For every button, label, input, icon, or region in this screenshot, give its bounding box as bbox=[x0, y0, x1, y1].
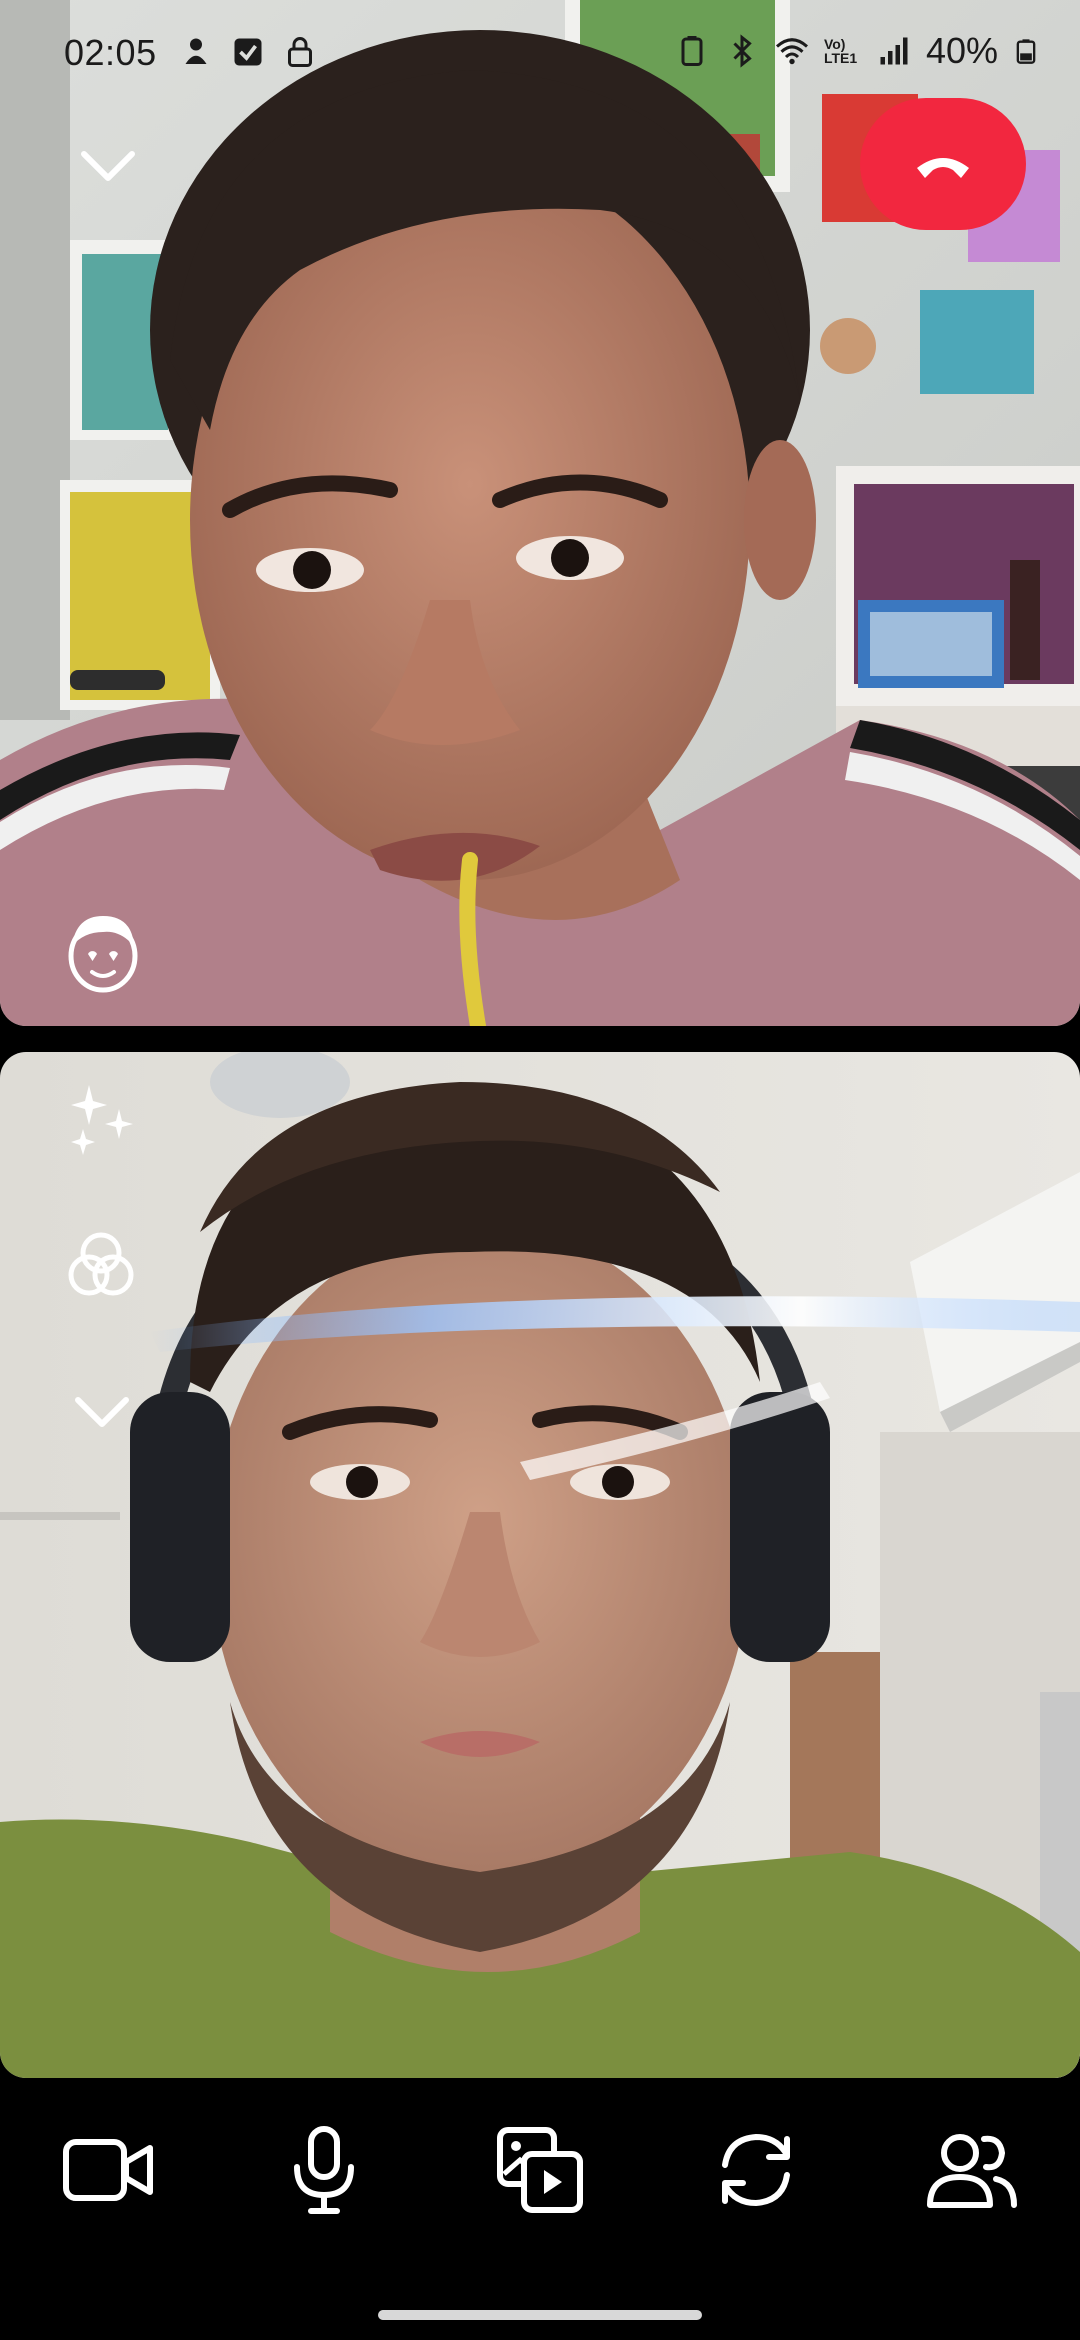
media-share-icon bbox=[497, 2127, 583, 2213]
video-camera-icon bbox=[63, 2139, 153, 2201]
phone-hangup-icon bbox=[917, 158, 969, 178]
self-video-tile[interactable] bbox=[0, 1052, 1080, 2078]
notification-icons bbox=[178, 34, 318, 70]
status-time: 02:05 bbox=[64, 32, 157, 73]
lock-icon bbox=[288, 37, 312, 67]
sparkles-icon bbox=[71, 1085, 133, 1155]
toggle-video-button[interactable] bbox=[58, 2120, 158, 2220]
remote-video-tile[interactable]: 02:05 Vo) LTE1 40% bbox=[0, 0, 1080, 1026]
end-call-button[interactable] bbox=[860, 98, 1026, 230]
effects-button[interactable] bbox=[56, 1074, 146, 1164]
chevron-down-icon bbox=[81, 151, 135, 181]
wifi-icon bbox=[775, 38, 808, 65]
microphone-icon bbox=[294, 2126, 354, 2214]
battery-percent: 40% bbox=[925, 30, 998, 71]
flip-camera-button[interactable] bbox=[706, 2120, 806, 2220]
minimize-call-button[interactable] bbox=[72, 134, 144, 198]
participants-button[interactable] bbox=[922, 2120, 1022, 2220]
checkbox-icon bbox=[234, 38, 262, 66]
system-indicators: Vo) LTE1 40% bbox=[674, 30, 1040, 72]
face-lens-icon bbox=[68, 916, 138, 993]
battery-icon bbox=[1016, 39, 1036, 64]
filters-button[interactable] bbox=[56, 1220, 146, 1310]
flip-camera-icon bbox=[722, 2133, 790, 2207]
self-video-feed bbox=[0, 1052, 1080, 2078]
notification-app-icon bbox=[185, 38, 207, 64]
share-media-button[interactable] bbox=[490, 2120, 590, 2220]
status-bar: 02:05 Vo) LTE1 40% bbox=[0, 0, 1080, 100]
participants-icon bbox=[927, 2134, 1017, 2208]
signal-icon bbox=[880, 37, 908, 65]
more-effects-button[interactable] bbox=[66, 1380, 138, 1444]
toggle-microphone-button[interactable] bbox=[274, 2120, 374, 2220]
video-call-screen: 02:05 Vo) LTE1 40% bbox=[0, 0, 1080, 2340]
lens-button[interactable] bbox=[58, 908, 148, 998]
battery-saver-icon bbox=[681, 36, 703, 66]
home-indicator[interactable] bbox=[378, 2310, 702, 2320]
chevron-down-icon bbox=[75, 1397, 129, 1427]
bluetooth-icon bbox=[733, 34, 752, 68]
color-filter-icon bbox=[68, 1232, 134, 1296]
network-type-label: Vo) LTE1 bbox=[823, 36, 858, 66]
